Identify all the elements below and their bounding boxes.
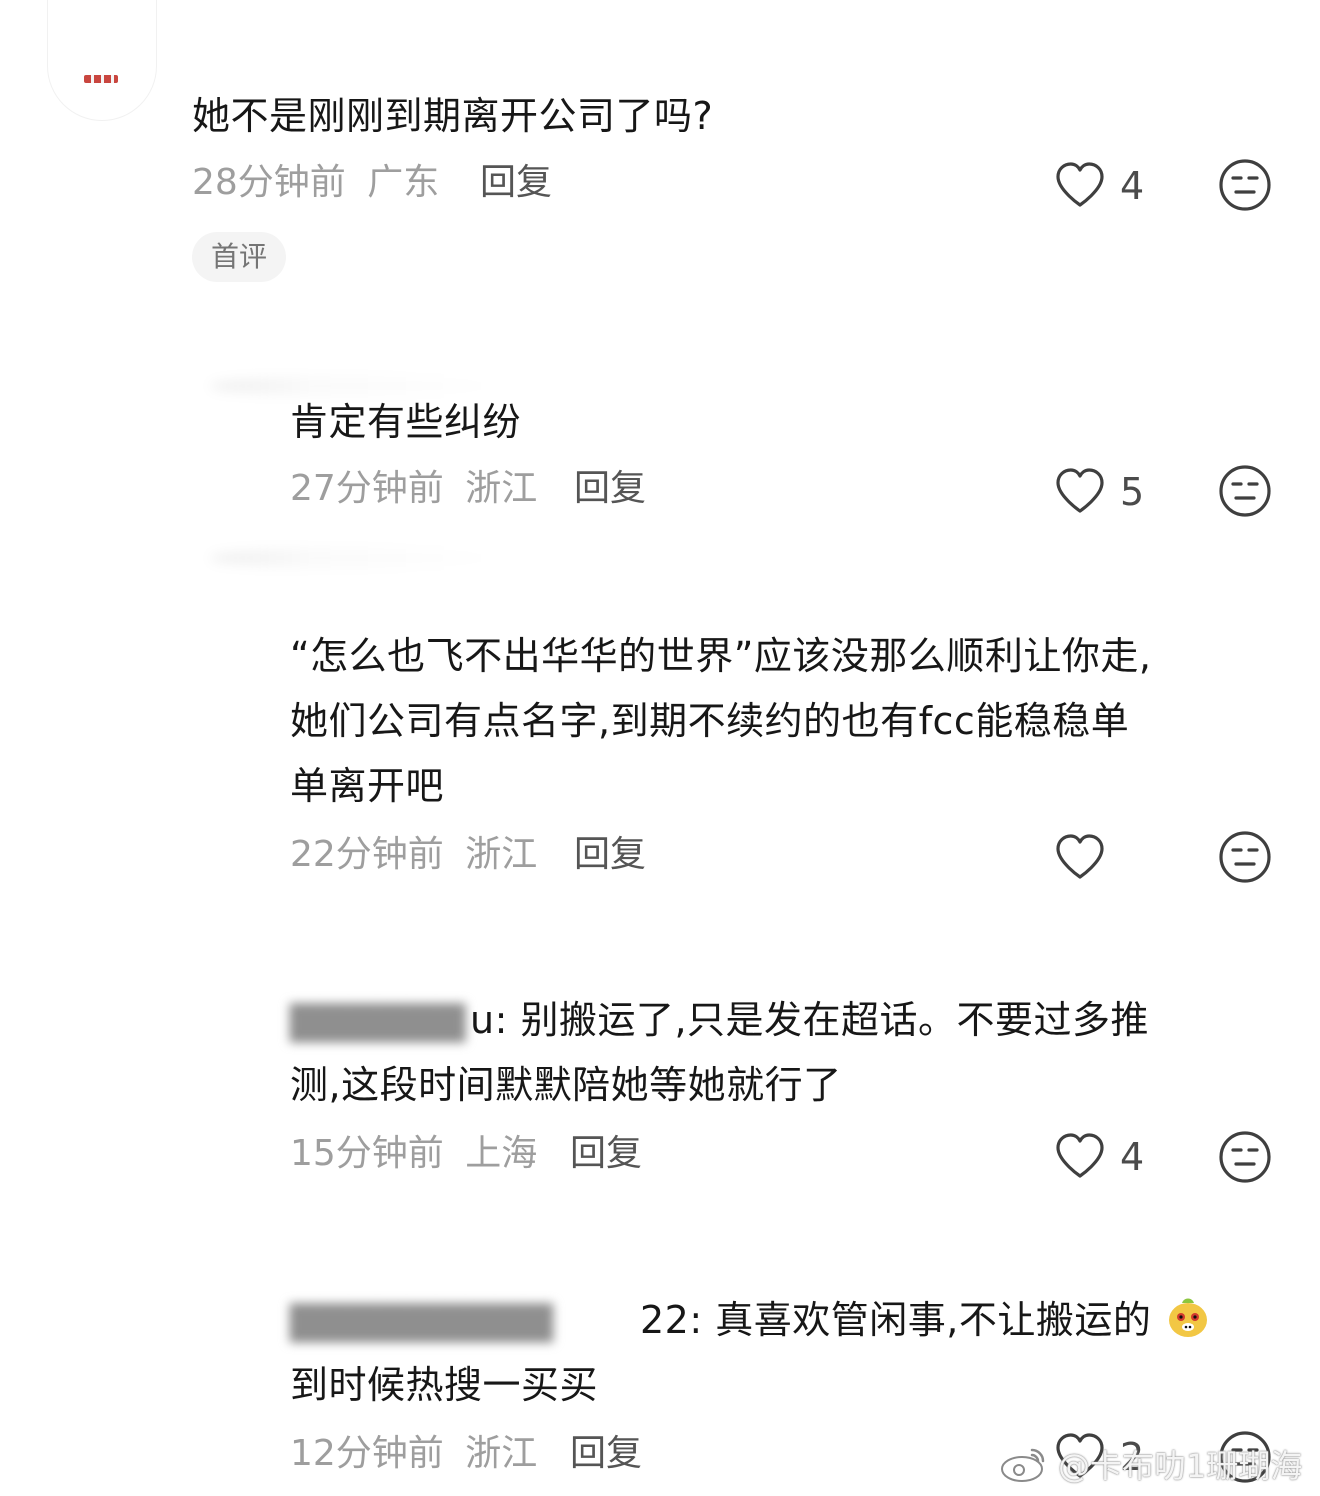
weibo-logo-icon — [1001, 1448, 1045, 1482]
heart-outline-icon — [1056, 1133, 1104, 1178]
cute-face-sticker-icon — [1168, 1298, 1207, 1337]
like-count: 4 — [1120, 164, 1145, 208]
blurred-username: ▇▇▇▇▇▇▇▇▇ — [290, 1298, 554, 1342]
neutral-face-icon — [1219, 831, 1271, 883]
comment-meta: 27分钟前 浙江 — [290, 467, 537, 511]
avatar[interactable] — [48, 0, 156, 120]
reply-button[interactable]: 回复 — [480, 161, 552, 205]
comment-meta: 12分钟前 浙江 — [290, 1432, 537, 1476]
neutral-face-icon — [1219, 159, 1271, 211]
comment-location: 上海 — [465, 1133, 538, 1174]
comment-location: 浙江 — [465, 834, 538, 875]
reply-button[interactable]: 回复 — [570, 1132, 642, 1176]
comment-line: 她们公司有点名字,到期不续约的也有fcc能稳稳单 — [290, 699, 1130, 743]
dislike-button[interactable] — [1218, 464, 1272, 518]
reply-button[interactable]: 回复 — [570, 1432, 642, 1476]
comment-text: 肯定有些纠纷 — [290, 400, 522, 444]
avatar-placeholder — [210, 548, 500, 568]
watermark: @卡布叻1珊瑚海 — [998, 1436, 1302, 1492]
like-count: 5 — [1120, 470, 1145, 514]
comment-line-text: : 别搬运了,只是发在超话。不要过多推 — [494, 998, 1150, 1042]
dislike-button[interactable] — [1218, 158, 1272, 212]
like-button[interactable]: 4 — [1054, 1127, 1174, 1187]
like-button[interactable]: 5 — [1054, 462, 1174, 522]
comment-line: “怎么也飞不出华华的世界”应该没那么顺利让你走, — [290, 634, 1152, 678]
heart-outline-icon — [1056, 834, 1104, 879]
comment-text: 她不是刚刚到期离开公司了吗? — [192, 94, 714, 138]
comment-location: 浙江 — [465, 468, 538, 509]
comment-line: 测,这段时间默默陪她等她就行了 — [290, 1063, 842, 1107]
heart-outline-icon — [1056, 162, 1104, 207]
watermark-text: @卡布叻1珊瑚海 — [1058, 1447, 1303, 1485]
comment-line: 到时候热搜一买买 — [290, 1363, 599, 1407]
comment-meta: 28分钟前 广东 — [192, 161, 439, 205]
comment-meta: 15分钟前 上海 — [290, 1132, 537, 1176]
like-button[interactable] — [1054, 828, 1174, 888]
like-count: 4 — [1120, 1135, 1145, 1179]
comment-username-fragment: 22 — [640, 1298, 690, 1342]
comment-time: 15分钟前 — [290, 1133, 444, 1174]
reply-button[interactable]: 回复 — [574, 467, 646, 511]
comment-line: 22: 真喜欢管闲事,不让搬运的 — [640, 1288, 1212, 1352]
reply-button[interactable]: 回复 — [574, 833, 646, 877]
comment-line: u: 别搬运了,只是发在超话。不要过多推 — [470, 988, 1149, 1052]
first-comment-badge: 首评 — [192, 232, 286, 282]
dislike-button[interactable] — [1218, 830, 1272, 884]
comment-location: 广东 — [367, 162, 440, 203]
comment-time: 12分钟前 — [290, 1433, 444, 1474]
comment-line-text: : 真喜欢管闲事,不让搬运的 — [689, 1298, 1152, 1342]
like-button[interactable]: 4 — [1054, 156, 1174, 216]
dislike-button[interactable] — [1218, 1130, 1272, 1184]
comment-username-fragment: u — [470, 998, 495, 1042]
comment-meta: 22分钟前 浙江 — [290, 833, 537, 877]
comment-line: 单离开吧 — [290, 764, 445, 808]
comment-time: 27分钟前 — [290, 468, 444, 509]
comment-time: 28分钟前 — [192, 162, 346, 203]
comment-time: 22分钟前 — [290, 834, 444, 875]
neutral-face-icon — [1219, 465, 1271, 517]
comment-location: 浙江 — [465, 1433, 538, 1474]
heart-outline-icon — [1056, 468, 1104, 513]
neutral-face-icon — [1219, 1131, 1271, 1183]
blurred-username: ▇▇▇▇▇▇ — [290, 998, 466, 1042]
avatar-badge — [84, 75, 118, 83]
